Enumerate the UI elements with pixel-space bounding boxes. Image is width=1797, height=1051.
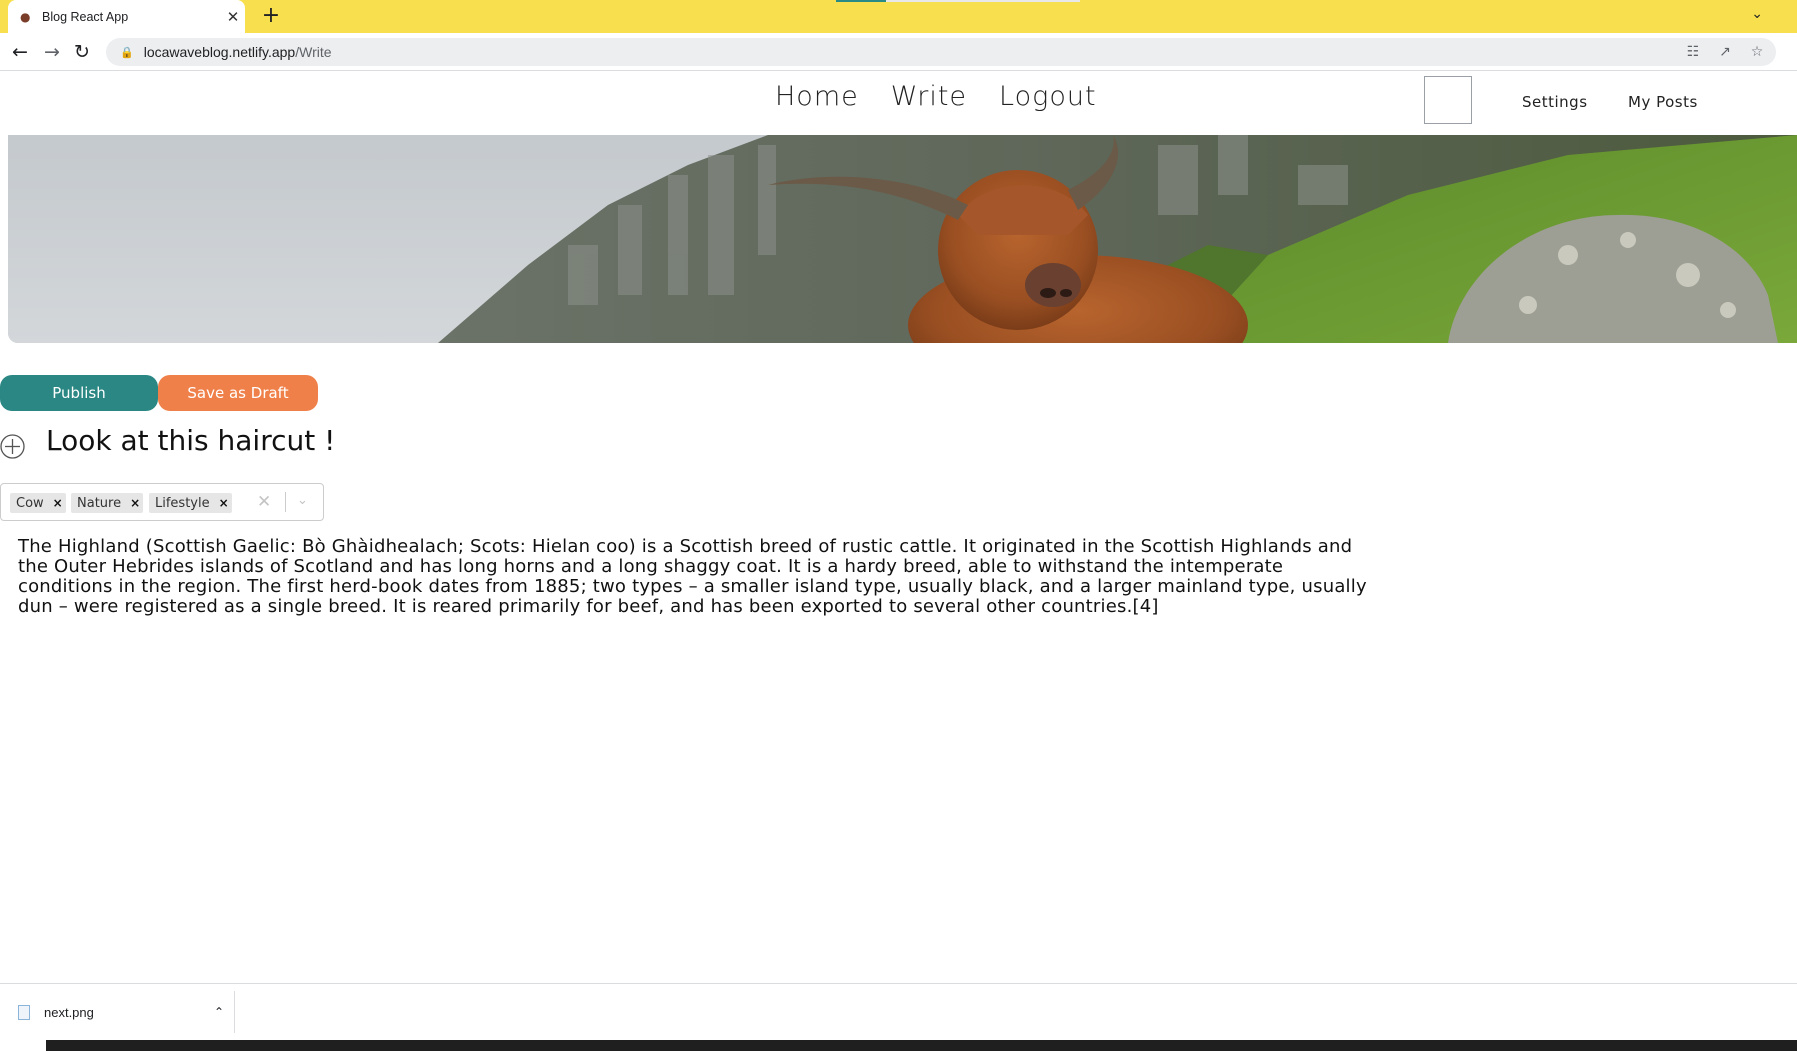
highland-cow-illustration [8, 135, 1797, 343]
bookmark-star-icon[interactable]: ☆ [1748, 42, 1766, 62]
download-divider [234, 991, 235, 1033]
reload-icon[interactable]: ↻ [70, 40, 94, 64]
post-title-input[interactable]: Look at this haircut ! [46, 424, 335, 457]
add-image-plus-icon[interactable] [0, 434, 25, 459]
tags-select[interactable]: Cow × Nature × Lifestyle × ✕ ⌄ [0, 483, 324, 521]
tag-label: Cow [16, 495, 44, 511]
nav-logout-link[interactable]: Logout [999, 81, 1097, 112]
publish-button[interactable]: Publish [0, 375, 158, 411]
tag-remove-icon[interactable]: × [50, 496, 66, 510]
chevron-down-icon[interactable]: ⌄ [297, 493, 308, 508]
url-host: locawaveblog.netlify.app [143, 44, 296, 60]
tab-strip-accent [836, 0, 886, 2]
browser-tab[interactable]: ● Blog React App ✕ [8, 0, 245, 33]
download-item[interactable]: next.png ⌃ [18, 1000, 224, 1024]
favicon-icon: ● [20, 9, 31, 24]
os-taskbar [0, 1040, 1797, 1051]
download-bar: next.png ⌃ [0, 983, 1797, 1040]
clear-tags-icon[interactable]: ✕ [257, 492, 271, 512]
tab-search-chevron-icon[interactable]: ⌄ [1751, 6, 1763, 22]
tag-label: Nature [77, 495, 122, 511]
browser-toolbar: ← → ↻ 🔒 locawaveblog.netlify.app/Write ☷… [0, 33, 1797, 71]
address-bar[interactable]: 🔒 locawaveblog.netlify.app/Write ☷ ↗ ☆ [106, 38, 1776, 66]
app-header: Home Write Logout Settings My Posts [0, 71, 1797, 135]
tab-title: Blog React App [42, 9, 129, 24]
file-icon [18, 1004, 30, 1020]
my-posts-link[interactable]: My Posts [1628, 93, 1698, 111]
translate-icon[interactable]: ☷ [1684, 42, 1702, 62]
lock-icon: 🔒 [120, 45, 134, 59]
back-arrow-icon[interactable]: ← [8, 40, 32, 64]
tag-chip: Cow × [10, 493, 66, 513]
tab-close-icon[interactable]: ✕ [221, 8, 245, 26]
url-path: /Write [295, 44, 332, 60]
settings-link[interactable]: Settings [1522, 93, 1588, 111]
nav-write-link[interactable]: Write [891, 81, 967, 112]
nav-home-link[interactable]: Home [775, 81, 859, 112]
post-body-textarea[interactable]: The Highland (Scottish Gaelic: Bò Ghàidh… [18, 537, 1368, 617]
tag-chip: Lifestyle × [149, 493, 232, 513]
share-icon[interactable]: ↗ [1716, 42, 1734, 62]
browser-tab-bar: ● Blog React App ✕ + ⌄ [0, 0, 1797, 33]
top-nav: Home Write Logout [775, 81, 1097, 112]
avatar[interactable] [1424, 76, 1472, 124]
download-file-name: next.png [44, 1004, 94, 1020]
cover-image [8, 135, 1797, 343]
tag-remove-icon[interactable]: × [127, 496, 143, 510]
save-draft-button[interactable]: Save as Draft [158, 375, 318, 411]
taskbar-gap [0, 1040, 46, 1051]
new-tab-button[interactable]: + [258, 4, 284, 30]
tag-label: Lifestyle [155, 495, 210, 511]
tag-chip: Nature × [71, 493, 144, 513]
select-divider [285, 492, 286, 512]
tag-remove-icon[interactable]: × [216, 496, 232, 510]
forward-arrow-icon[interactable]: → [40, 40, 64, 64]
chevron-up-icon[interactable]: ⌃ [214, 1005, 224, 1019]
